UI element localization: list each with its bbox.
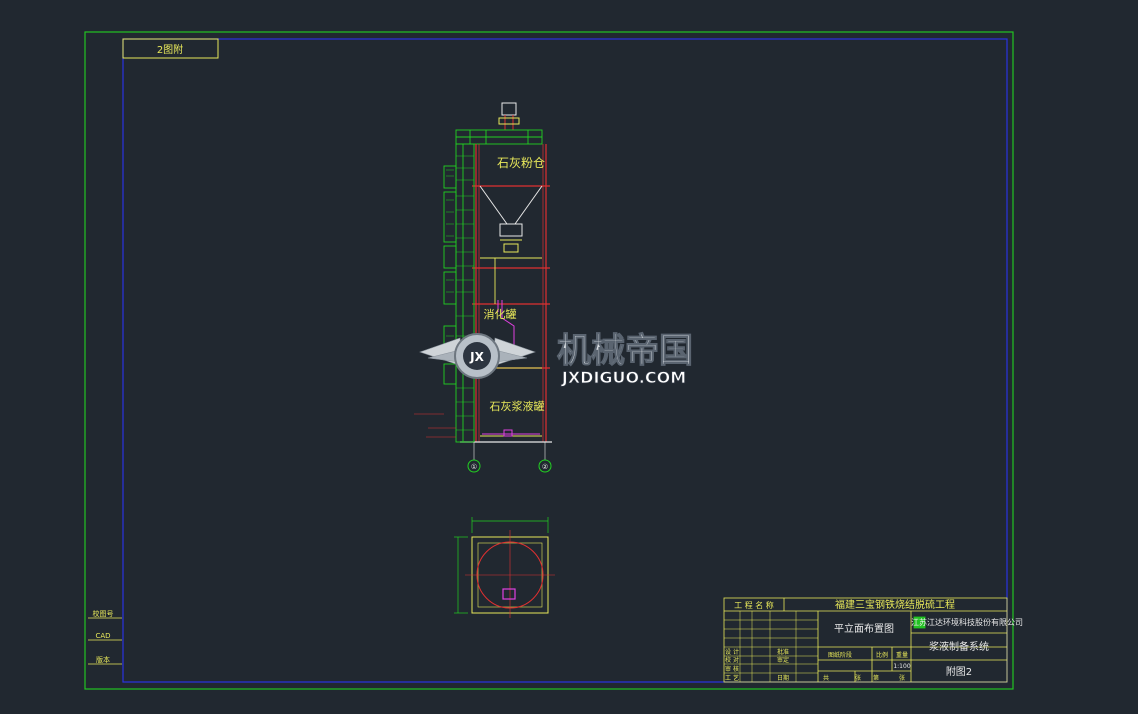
- watermark-gear-icon: JX: [454, 333, 500, 379]
- role-check: 校 对: [725, 656, 739, 664]
- cad-drawing-canvas[interactable]: 2图附 校图号 CAD 版本 ① ② 石灰粉仓 消化罐 石灰浆液罐 JX 机械帝…: [0, 0, 1138, 714]
- drawing-name: 平立面布置图: [834, 622, 894, 635]
- cell-sheets-1: 张: [855, 674, 861, 682]
- role-design: 设 计: [725, 648, 739, 656]
- corner-tag-text: 2图附: [157, 43, 183, 56]
- role-review: 审 核: [725, 665, 739, 673]
- sheet-number: 附图2: [946, 665, 972, 678]
- stair-tower: [443, 143, 475, 443]
- side-stamps: 校图号 CAD 版本: [88, 609, 122, 665]
- cell-scale: 比例: [876, 651, 888, 659]
- elevation-view[interactable]: ① ② 石灰粉仓 消化罐 石灰浆液罐: [414, 102, 552, 473]
- axis-marker-2: ②: [538, 459, 552, 473]
- side-stamp-2: CAD: [95, 632, 110, 640]
- axis-marker-1-text: ①: [471, 463, 477, 471]
- label-slurry-tank: 石灰浆液罐: [490, 399, 545, 413]
- side-stamp-3: 版本: [96, 655, 110, 664]
- system-name: 浆液制备系统: [929, 640, 989, 653]
- roof-railing: [455, 129, 543, 145]
- cell-weight: 重量: [896, 651, 908, 659]
- cell-sheets-2: 张: [899, 674, 905, 682]
- label-slaker: 消化罐: [484, 307, 517, 321]
- company-name: 江苏江达环境科技股份有限公司: [911, 617, 1023, 627]
- cell-approve: 批准: [777, 648, 789, 656]
- watermark-cn: 机械帝国: [557, 331, 693, 371]
- scale-value: 1:100: [893, 663, 910, 670]
- cell-no: 第: [873, 674, 879, 682]
- top-dust-collector: [498, 102, 520, 130]
- plan-dimensions: [454, 517, 549, 614]
- cell-total: 共: [823, 674, 829, 682]
- axis-lines: [473, 442, 546, 460]
- elevation-marks: [414, 413, 456, 438]
- axis-marker-1: ①: [467, 459, 481, 473]
- corner-tag: 2图附: [122, 38, 219, 59]
- outer-frame: [84, 31, 1014, 690]
- watermark-badge: JX: [469, 350, 484, 364]
- side-stamp-1: 校图号: [93, 609, 114, 618]
- axis-marker-2-text: ②: [542, 463, 548, 471]
- plan-outlet: [502, 588, 516, 600]
- plan-view[interactable]: [454, 517, 555, 618]
- silo-cone: [479, 185, 543, 253]
- label-silo: 石灰粉仓: [497, 156, 545, 170]
- project-name: 福建三宝钢铁烧结脱硫工程: [835, 598, 955, 611]
- watermark-en: JXDIGUO.COM: [561, 368, 686, 387]
- cell-stage: 图纸阶段: [828, 651, 852, 659]
- cell-authorize: 审定: [777, 656, 789, 664]
- role-process: 工 艺: [725, 674, 739, 682]
- cell-date: 日期: [777, 674, 789, 682]
- project-label: 工 程 名 称: [734, 600, 774, 610]
- watermark: JX 机械帝国 JXDIGUO.COM: [419, 331, 694, 387]
